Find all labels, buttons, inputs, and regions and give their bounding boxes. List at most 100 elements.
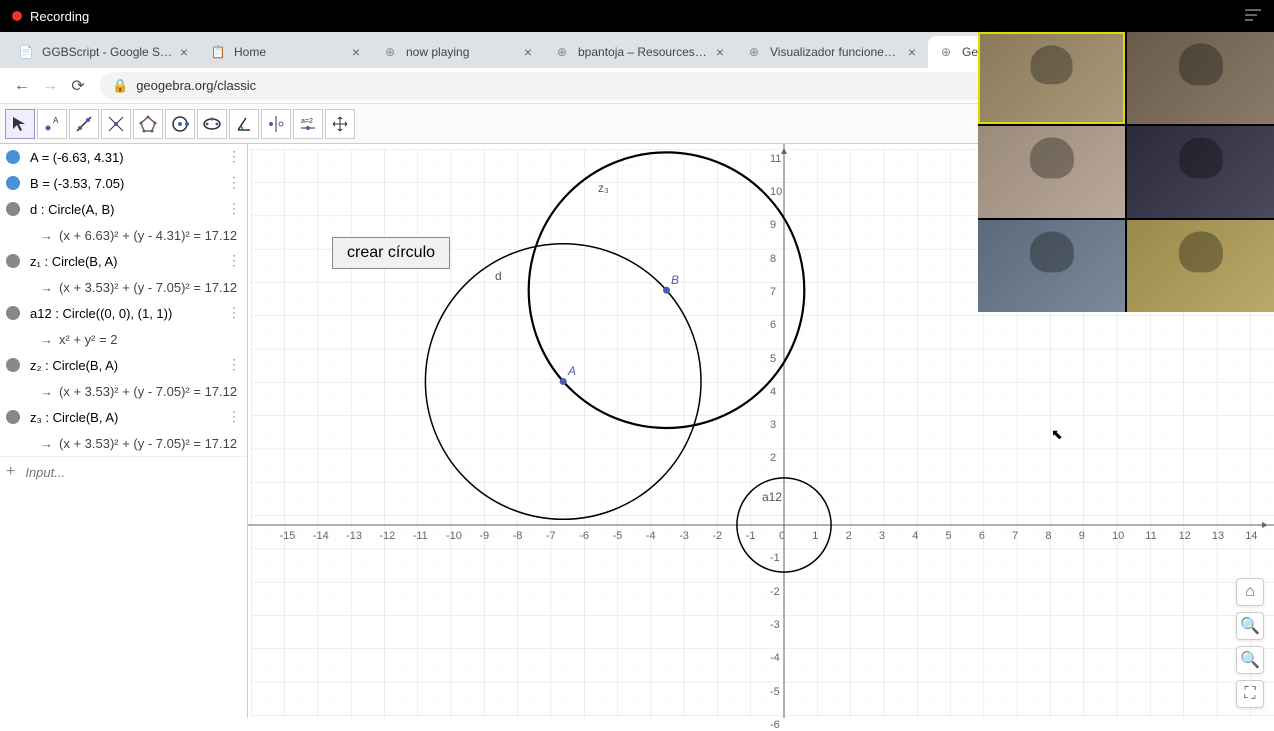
x-tick-label: 11 <box>1145 530 1156 542</box>
back-button[interactable]: ← <box>8 72 36 100</box>
fullscreen-button[interactable]: ⛶ <box>1236 680 1264 708</box>
tab-close-icon[interactable]: × <box>908 44 916 60</box>
plus-icon[interactable]: + <box>6 463 15 481</box>
item-menu-icon[interactable]: ⋮ <box>227 200 241 217</box>
y-tick-label: 2 <box>770 452 776 464</box>
tool-point[interactable]: A <box>37 109 67 139</box>
algebra-item-6[interactable]: z₃ : Circle(B, A) ⋮ <box>0 404 247 430</box>
video-participant-3[interactable] <box>978 126 1125 218</box>
algebra-panel: A = (-6.63, 4.31)⋮B = (-3.53, 7.05)⋮d : … <box>0 144 248 718</box>
browser-tab-4[interactable]: ⊕Visualizador funciones 2 – G× <box>736 36 926 68</box>
tool-reflect[interactable] <box>261 109 291 139</box>
x-tick-label: -12 <box>379 530 395 542</box>
item-menu-icon[interactable]: ⋮ <box>227 304 241 321</box>
algebra-label: a12 : Circle((0, 0), (1, 1)) <box>30 306 172 321</box>
video-participant-5[interactable] <box>978 220 1125 312</box>
x-tick-label: 0 <box>779 530 785 542</box>
algebra-label: z₃ : Circle(B, A) <box>30 410 118 425</box>
browser-tab-3[interactable]: ⊕bpantoja – Resources – Geo× <box>544 36 734 68</box>
algebra-item-4[interactable]: a12 : Circle((0, 0), (1, 1)) ⋮ <box>0 300 247 326</box>
y-tick-label: 9 <box>770 219 776 231</box>
recording-label: Recording <box>30 9 89 24</box>
tab-close-icon[interactable]: × <box>352 44 360 60</box>
reload-button[interactable]: ⟳ <box>64 72 92 100</box>
x-tick-label: 8 <box>1045 530 1051 542</box>
zoom-out-button[interactable]: 🔍 <box>1236 646 1264 674</box>
forward-button[interactable]: → <box>36 72 64 100</box>
x-tick-label: 10 <box>1112 530 1124 542</box>
item-menu-icon[interactable]: ⋮ <box>227 408 241 425</box>
tab-close-icon[interactable]: × <box>180 44 188 60</box>
algebra-input-row: + <box>0 456 247 487</box>
visibility-toggle[interactable] <box>6 176 20 190</box>
x-tick-label: -5 <box>613 530 623 542</box>
x-tick-label: -3 <box>679 530 689 542</box>
browser-tab-1[interactable]: 📋Home× <box>200 36 370 68</box>
item-menu-icon[interactable]: ⋮ <box>227 252 241 269</box>
y-tick-label: 3 <box>770 419 776 431</box>
x-tick-label: 13 <box>1212 530 1224 542</box>
tool-perpendicular[interactable] <box>101 109 131 139</box>
tab-favicon-icon: ⊕ <box>938 44 954 60</box>
algebra-item-1[interactable]: B = (-3.53, 7.05)⋮ <box>0 170 247 196</box>
recording-dot-icon <box>12 11 22 21</box>
arrow-icon: → <box>40 280 53 295</box>
tab-close-icon[interactable]: × <box>524 44 532 60</box>
x-tick-label: -1 <box>746 530 756 542</box>
y-tick-label: 11 <box>770 153 781 165</box>
browser-tab-2[interactable]: ⊕now playing× <box>372 36 542 68</box>
tool-line[interactable] <box>69 109 99 139</box>
visibility-toggle[interactable] <box>6 150 20 164</box>
y-tick-label: 6 <box>770 319 776 331</box>
tool-slider[interactable]: a=2 <box>293 109 323 139</box>
algebra-input[interactable] <box>25 465 241 480</box>
visibility-toggle[interactable] <box>6 410 20 424</box>
x-tick-label: 5 <box>946 530 952 542</box>
video-participant-4[interactable] <box>1127 126 1274 218</box>
x-tick-label: 4 <box>912 530 918 542</box>
item-menu-icon[interactable]: ⋮ <box>227 148 241 165</box>
visibility-toggle[interactable] <box>6 254 20 268</box>
tool-polygon[interactable] <box>133 109 163 139</box>
x-tick-label: -6 <box>579 530 589 542</box>
x-tick-label: 6 <box>979 530 985 542</box>
tool-move[interactable] <box>5 109 35 139</box>
video-participant-1[interactable] <box>978 32 1125 124</box>
x-tick-label: -15 <box>280 530 296 542</box>
item-menu-icon[interactable]: ⋮ <box>227 174 241 191</box>
tab-close-icon[interactable]: × <box>716 44 724 60</box>
tab-favicon-icon: ⊕ <box>554 44 570 60</box>
tool-ellipse[interactable] <box>197 109 227 139</box>
y-tick-label: -2 <box>770 586 780 598</box>
video-conference-grid <box>978 32 1274 312</box>
tool-angle[interactable] <box>229 109 259 139</box>
algebra-item-formula-5: →(x + 3.53)² + (y - 7.05)² = 17.12 <box>0 378 247 404</box>
y-tick-label: -5 <box>770 686 780 698</box>
svg-text:a=2: a=2 <box>301 118 313 125</box>
y-tick-label: -6 <box>770 719 780 731</box>
zoom-in-button[interactable]: 🔍 <box>1236 612 1264 640</box>
video-participant-2[interactable] <box>1127 32 1274 124</box>
algebra-item-0[interactable]: A = (-6.63, 4.31)⋮ <box>0 144 247 170</box>
tab-favicon-icon: ⊕ <box>746 44 762 60</box>
item-menu-icon[interactable]: ⋮ <box>227 356 241 373</box>
visibility-toggle[interactable] <box>6 202 20 216</box>
x-tick-label: 2 <box>846 530 852 542</box>
x-tick-label: -11 <box>413 530 428 542</box>
algebra-item-2[interactable]: d : Circle(A, B)⋮ <box>0 196 247 222</box>
label-d: d <box>495 269 502 283</box>
browser-tab-0[interactable]: 📄GGBScript - Google Slides× <box>8 36 198 68</box>
video-participant-6[interactable] <box>1127 220 1274 312</box>
visibility-toggle[interactable] <box>6 306 20 320</box>
tool-circle[interactable] <box>165 109 195 139</box>
recording-bar: Recording <box>0 0 1274 32</box>
algebra-item-5[interactable]: z₂ : Circle(B, A)⋮ <box>0 352 247 378</box>
x-tick-label: 1 <box>812 530 818 542</box>
home-view-button[interactable]: ⌂ <box>1236 578 1264 606</box>
arrow-icon: → <box>40 332 53 347</box>
crear-circulo-button[interactable]: crear círculo <box>332 237 450 269</box>
algebra-item-formula-3: →(x + 3.53)² + (y - 7.05)² = 17.12 <box>0 274 247 300</box>
visibility-toggle[interactable] <box>6 358 20 372</box>
algebra-item-3[interactable]: z₁ : Circle(B, A)⋮ <box>0 248 247 274</box>
tool-movegraph[interactable] <box>325 109 355 139</box>
